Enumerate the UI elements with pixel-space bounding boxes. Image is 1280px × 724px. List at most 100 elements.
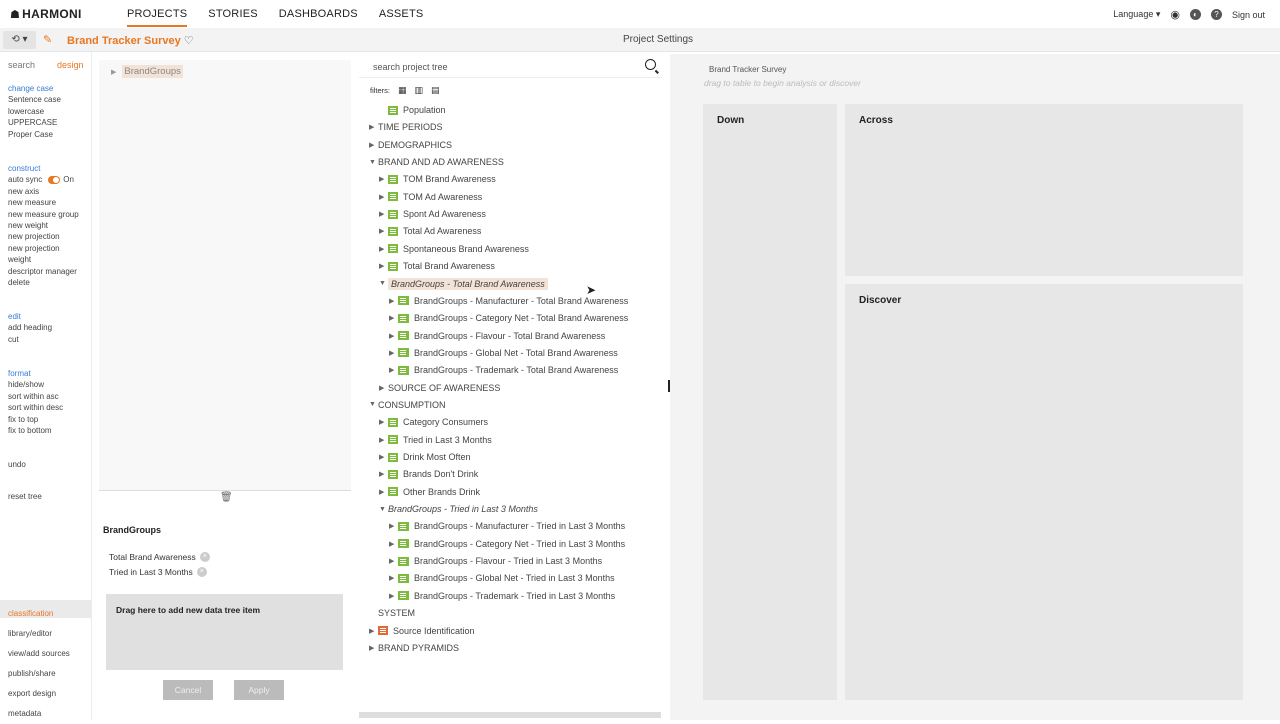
tree-row[interactable]: ▶ BrandGroups - Trademark - Total Brand A… <box>389 363 618 377</box>
caret-down-icon[interactable]: ▼ <box>369 401 378 408</box>
menu-fix-bottom[interactable]: fix to bottom <box>8 425 63 436</box>
tree-row[interactable]: ▶ DEMOGRAPHICS <box>369 138 452 152</box>
menu-hide-show[interactable]: hide/show <box>8 379 63 390</box>
across-drop-panel[interactable]: Across <box>845 104 1243 276</box>
tree-row[interactable]: ▶ BrandGroups - Flavour - Tried in Last 3… <box>389 554 602 568</box>
caret-right-icon[interactable]: ▶ <box>389 349 398 357</box>
caret-right-icon[interactable]: ▶ <box>379 384 388 392</box>
caret-down-icon[interactable]: ▼ <box>379 280 388 287</box>
heart-icon[interactable]: ♡ <box>184 35 194 47</box>
tree-row[interactable]: ▶ BrandGroups - Manufacturer - Tried in L… <box>389 519 625 533</box>
tree-row[interactable]: ▶ Total Brand Awareness <box>379 259 495 273</box>
menu-sort-asc[interactable]: sort within asc <box>8 391 63 402</box>
menu-uppercase[interactable]: UPPERCASE <box>8 117 61 128</box>
sign-out-link[interactable]: Sign out <box>1232 10 1265 20</box>
tree-row[interactable]: ▶ Drink Most Often <box>379 450 471 464</box>
menu-export-design[interactable]: export design <box>8 684 70 704</box>
horizontal-scrollbar[interactable] <box>359 712 661 718</box>
apply-button[interactable]: Apply <box>234 680 284 700</box>
menu-new-weight[interactable]: new weight <box>8 220 79 231</box>
tab-search[interactable]: search <box>8 60 35 70</box>
menu-classification[interactable]: classification <box>8 604 70 624</box>
menu-lowercase[interactable]: lowercase <box>8 106 61 117</box>
menu-new-measure[interactable]: new measure <box>8 197 79 208</box>
nav-stories[interactable]: STORIES <box>208 0 258 27</box>
history-button[interactable]: ⟲ ▾ <box>3 31 36 49</box>
caret-right-icon[interactable]: ▶ <box>379 227 388 235</box>
caret-right-icon[interactable]: ▶ <box>379 488 388 496</box>
language-dropdown[interactable]: Language ▾ <box>1113 9 1160 20</box>
caret-right-icon[interactable]: ▶ <box>379 418 388 426</box>
caret-right-icon[interactable]: ▶ <box>389 557 398 565</box>
caret-right-icon[interactable]: ▶ <box>369 123 378 131</box>
nav-projects[interactable]: PROJECTS <box>127 0 188 27</box>
search-icon[interactable] <box>645 59 656 70</box>
tree-row[interactable]: ▶ TOM Ad Awareness <box>379 190 482 204</box>
tree-row[interactable]: ▶ BrandGroups - Global Net - Total Brand … <box>389 346 618 360</box>
caret-right-icon[interactable]: ▶ <box>389 522 398 530</box>
caret-right-icon[interactable]: ▶ <box>389 592 398 600</box>
tree-row[interactable]: Population <box>379 103 446 117</box>
eye-icon[interactable]: ◉ <box>1170 8 1180 21</box>
menu-publish-share[interactable]: publish/share <box>8 664 70 684</box>
menu-new-projection-2[interactable]: new projection <box>8 243 79 254</box>
trash-icon[interactable]: 🗑 <box>220 492 233 503</box>
caret-right-icon[interactable]: ▶ <box>369 141 378 149</box>
menu-sentence-case[interactable]: Sentence case <box>8 94 61 105</box>
menu-reset-tree[interactable]: reset tree <box>8 491 42 502</box>
menu-fix-top[interactable]: fix to top <box>8 414 63 425</box>
column-filter-icon[interactable]: ▥ <box>415 85 424 96</box>
tree-row[interactable]: SYSTEM <box>369 606 415 620</box>
menu-proper-case[interactable]: Proper Case <box>8 129 61 140</box>
menu-weight[interactable]: weight <box>8 254 79 265</box>
tree-row[interactable]: ▼ BrandGroups - Total Brand Awareness <box>379 277 548 291</box>
caret-right-icon[interactable]: ▶ <box>379 453 388 461</box>
menu-add-heading[interactable]: add heading <box>8 322 52 333</box>
search-input[interactable]: search project tree <box>373 62 448 72</box>
menu-sort-desc[interactable]: sort within desc <box>8 402 63 413</box>
pencil-icon[interactable]: ✎ <box>43 33 52 46</box>
caret-right-icon[interactable]: ▶ <box>369 644 378 652</box>
tree-row[interactable]: ▶ BrandGroups - Global Net - Tried in Las… <box>389 571 615 585</box>
cancel-button[interactable]: Cancel <box>163 680 213 700</box>
caret-down-icon[interactable]: ▼ <box>369 159 378 166</box>
caret-right-icon[interactable]: ▶ <box>389 314 398 322</box>
grid-filter-icon[interactable]: ▦ <box>398 85 407 96</box>
menu-library-editor[interactable]: library/editor <box>8 624 70 644</box>
tree-row[interactable]: ▶ Tried in Last 3 Months <box>379 433 492 447</box>
nav-assets[interactable]: ASSETS <box>379 0 424 27</box>
project-settings-link[interactable]: Project Settings <box>623 34 693 45</box>
auto-sync-toggle[interactable] <box>48 176 61 185</box>
caret-down-icon[interactable]: ▼ <box>379 506 388 513</box>
tree-row[interactable]: ▶ BrandGroups - Category Net - Total Bran… <box>389 311 628 325</box>
tree-row[interactable]: ▶ Brands Don't Drink <box>379 467 478 481</box>
tree-row[interactable]: ▶ Spontaneous Brand Awareness <box>379 242 529 256</box>
caret-right-icon[interactable]: ▶ <box>369 627 378 635</box>
caret-right-icon[interactable]: ▶ <box>389 540 398 548</box>
tree-row[interactable]: ▶ BrandGroups - Flavour - Total Brand Awa… <box>389 329 605 343</box>
tree-row[interactable]: ▼ BrandGroups - Tried in Last 3 Months <box>379 502 538 516</box>
menu-view-add-sources[interactable]: view/add sources <box>8 644 70 664</box>
remove-icon[interactable]: × <box>199 552 210 562</box>
classification-root-item[interactable]: ▶ BrandGroups <box>111 65 183 78</box>
tree-row[interactable]: ▶ BrandGroups - Category Net - Tried in L… <box>389 537 625 551</box>
remove-icon[interactable]: × <box>196 567 207 577</box>
caret-right-icon[interactable]: ▶ <box>379 245 388 253</box>
caret-right-icon[interactable]: ▶ <box>379 193 388 201</box>
down-drop-panel[interactable]: Down <box>703 104 837 700</box>
stack-filter-icon[interactable]: ▤ <box>431 85 440 96</box>
caret-right-icon[interactable]: ▶ <box>379 210 388 218</box>
help-icon[interactable]: ? <box>1210 9 1222 20</box>
caret-right-icon[interactable]: ▶ <box>389 332 398 340</box>
menu-delete[interactable]: delete <box>8 277 79 288</box>
tree-row[interactable]: ▶ Spont Ad Awareness <box>379 207 486 221</box>
tree-row[interactable]: ▼ CONSUMPTION <box>369 398 446 412</box>
tree-row[interactable]: ▶ TIME PERIODS <box>369 120 443 134</box>
caret-right-icon[interactable]: ▶ <box>389 366 398 374</box>
tree-row[interactable]: ▶ Total Ad Awareness <box>379 224 481 238</box>
tree-row[interactable]: ▶ Source Identification <box>369 624 475 638</box>
discover-drop-panel[interactable]: Discover <box>845 284 1243 700</box>
drop-zone[interactable]: Drag here to add new data tree item <box>106 594 343 670</box>
caret-right-icon[interactable]: ▶ <box>379 175 388 183</box>
menu-cut[interactable]: cut <box>8 334 52 345</box>
